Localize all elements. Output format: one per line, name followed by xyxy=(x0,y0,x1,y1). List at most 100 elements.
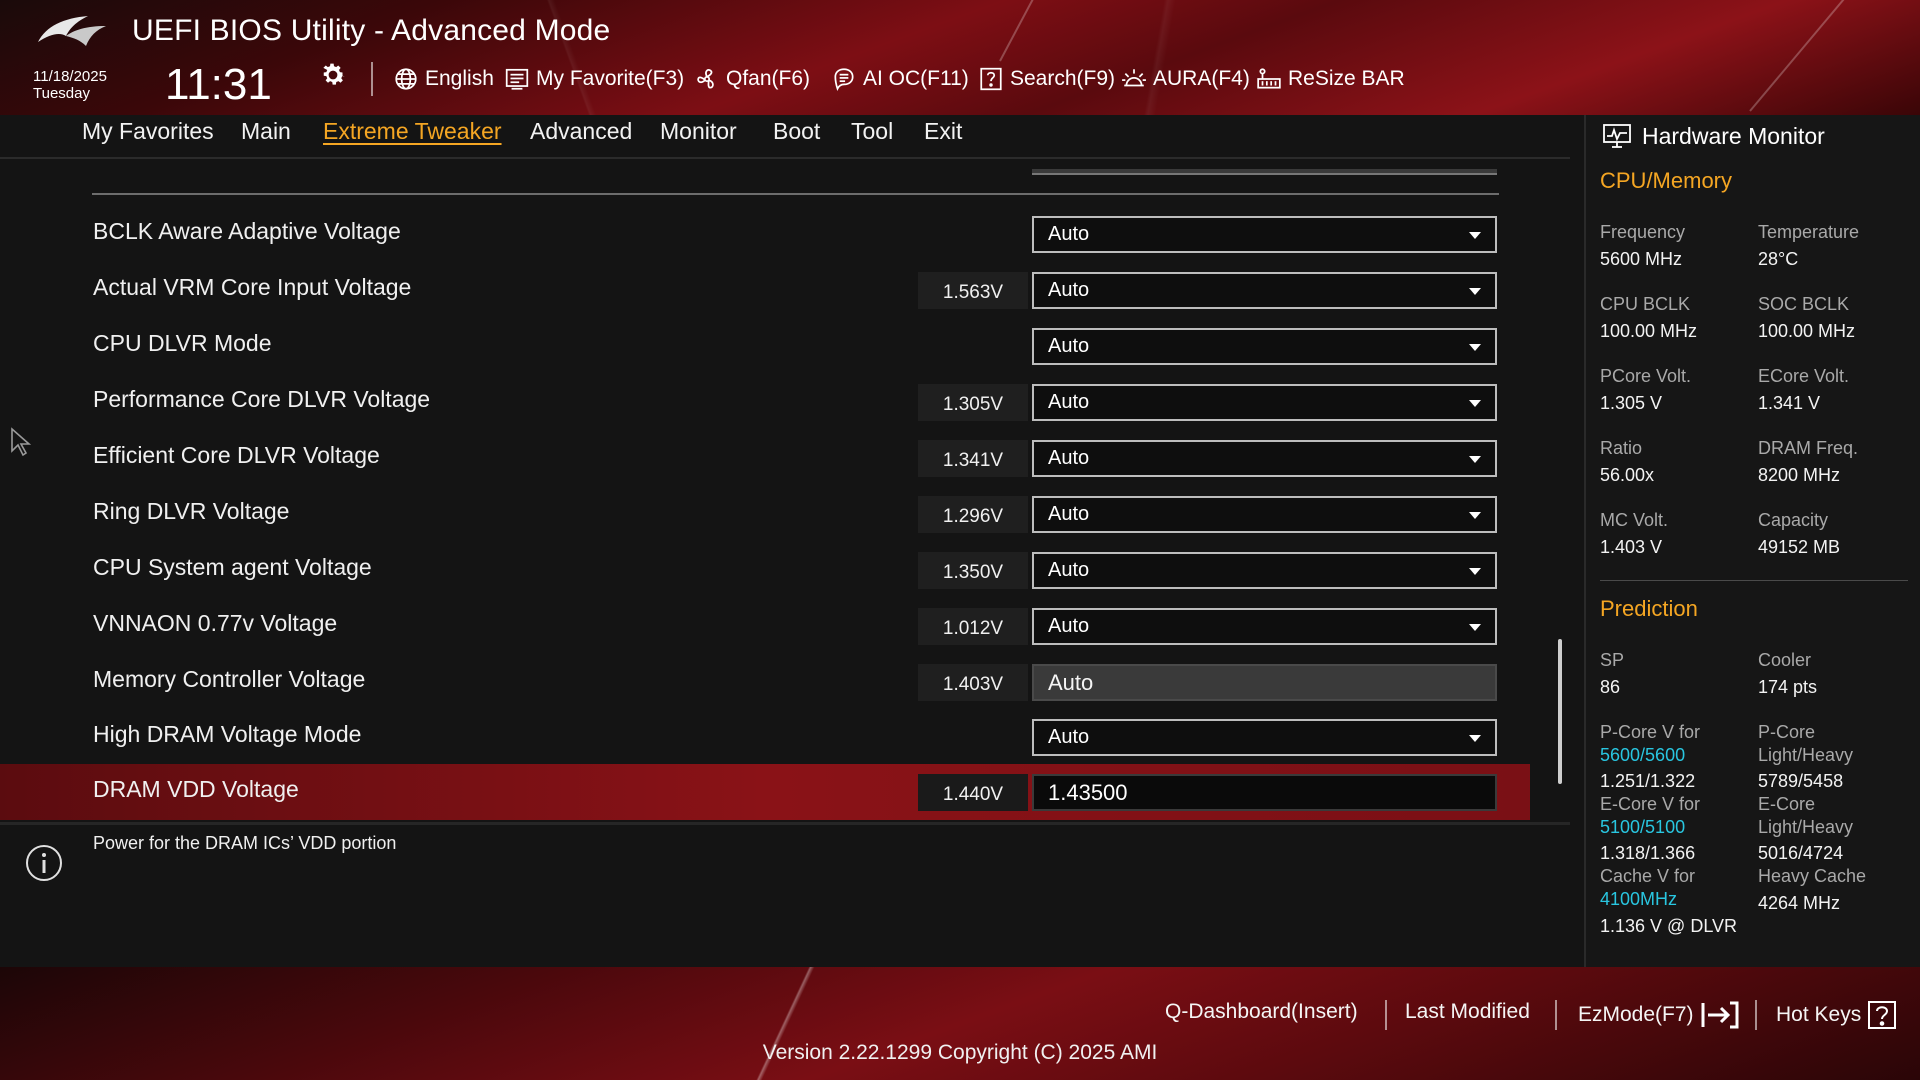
dropdown-value: Auto xyxy=(1048,559,1090,581)
tab-main[interactable]: Main xyxy=(241,118,291,145)
setting-row[interactable]: Performance Core DLVR Voltage 1.305V Aut… xyxy=(0,374,1530,430)
setting-label[interactable]: DRAM VDD Voltage xyxy=(93,776,299,803)
monitor-divider xyxy=(1600,580,1908,581)
pcore-v-frequency[interactable]: 5600/5600 xyxy=(1600,744,1685,766)
date-text: 11/18/2025 xyxy=(33,68,107,85)
cooler-label: Cooler xyxy=(1758,650,1812,670)
setting-row[interactable]: High DRAM Voltage Mode Auto xyxy=(0,709,1530,765)
current-voltage: 1.341V xyxy=(918,440,1028,477)
current-voltage: 1.403V xyxy=(918,664,1028,701)
hardware-monitor-title: Hardware Monitor xyxy=(1642,122,1825,149)
setting-row[interactable]: CPU System agent Voltage 1.350V Auto xyxy=(0,542,1530,598)
dropdown-value: Auto xyxy=(1048,447,1090,469)
tab-monitor[interactable]: Monitor xyxy=(660,118,737,145)
aura-button[interactable]: AURA(F4) xyxy=(1121,64,1250,94)
language-button[interactable]: English xyxy=(393,64,494,94)
aura-label: AURA(F4) xyxy=(1153,67,1250,90)
sp-value: 86 xyxy=(1600,677,1621,697)
setting-row[interactable]: VNNAON 0.77v Voltage 1.012V Auto xyxy=(0,598,1530,654)
hot-keys-button[interactable]: Hot Keys xyxy=(1776,1000,1897,1030)
tab-boot[interactable]: Boot xyxy=(773,118,820,145)
setting-row[interactable]: Actual VRM Core Input Voltage 1.563V Aut… xyxy=(0,262,1530,318)
setting-dropdown[interactable]: Auto xyxy=(1032,272,1497,309)
help-question-icon xyxy=(1868,1001,1897,1029)
voltage-input[interactable]: 1.43500 xyxy=(1032,774,1497,811)
pcore-lh-label-2: Light/Heavy xyxy=(1758,745,1854,765)
ai-oc-button[interactable]: AI OC(F11) xyxy=(831,64,969,94)
setting-dropdown[interactable]: Auto xyxy=(1032,440,1497,477)
dropdown-arrow-icon xyxy=(1469,568,1481,575)
capacity-label: Capacity xyxy=(1758,510,1829,530)
current-voltage: 1.440V xyxy=(918,774,1028,811)
rog-logo xyxy=(38,16,106,46)
setting-label[interactable]: Performance Core DLVR Voltage xyxy=(93,386,430,413)
setting-label[interactable]: Memory Controller Voltage xyxy=(93,666,365,693)
setting-label[interactable]: VNNAON 0.77v Voltage xyxy=(93,610,337,637)
pcore-volt-label: PCore Volt. xyxy=(1600,366,1692,386)
current-voltage: 1.563V xyxy=(918,272,1028,309)
dropdown-arrow-icon xyxy=(1469,735,1481,742)
header-divider xyxy=(371,62,373,96)
resize-bar-label: ReSize BAR xyxy=(1288,67,1405,90)
setting-dropdown[interactable]: Auto xyxy=(1032,552,1497,589)
setting-label[interactable]: CPU System agent Voltage xyxy=(93,554,372,581)
ecore-lh-label-2: Light/Heavy xyxy=(1758,817,1854,837)
dropdown-value: Auto xyxy=(1048,391,1090,413)
main-menu: My Favorites Main Extreme Tweaker Advanc… xyxy=(0,115,1570,157)
tab-advanced[interactable]: Advanced xyxy=(530,118,632,145)
dropdown-arrow-icon xyxy=(1469,344,1481,351)
dropdown-arrow-icon xyxy=(1469,232,1481,239)
version-text: Version 2.22.1299 Copyright (C) 2025 AMI xyxy=(762,1041,1158,1064)
ezmode-button[interactable]: EzMode(F7) xyxy=(1578,1000,1740,1030)
tab-my-favorites[interactable]: My Favorites xyxy=(82,118,214,145)
settings-panel: BCLK Aware Adaptive Voltage Auto Actual … xyxy=(0,157,1570,820)
last-modified-button[interactable]: Last Modified xyxy=(1405,1000,1530,1024)
ratio-value: 56.00x xyxy=(1600,465,1655,485)
temperature-value: 28°C xyxy=(1758,249,1799,269)
setting-row[interactable]: Ring DLVR Voltage 1.296V Auto xyxy=(0,486,1530,542)
setting-dropdown[interactable]: Auto xyxy=(1032,216,1497,253)
heavy-cache-value: 4264 MHz xyxy=(1758,893,1841,913)
setting-label[interactable]: Efficient Core DLVR Voltage xyxy=(93,442,380,469)
setting-label[interactable]: CPU DLVR Mode xyxy=(93,330,272,357)
info-icon xyxy=(26,845,62,881)
ecore-lh-value: 5016/4724 xyxy=(1758,843,1844,863)
footer-divider xyxy=(1555,1000,1557,1030)
partial-dropdown[interactable] xyxy=(1032,169,1497,175)
setting-label[interactable]: Ring DLVR Voltage xyxy=(93,498,289,525)
search-button[interactable]: Search(F9) xyxy=(978,64,1115,94)
setting-label[interactable]: Actual VRM Core Input Voltage xyxy=(93,274,411,301)
my-favorite-button[interactable]: My Favorite(F3) xyxy=(504,64,684,94)
q-dashboard-button[interactable]: Q-Dashboard(Insert) xyxy=(1165,1000,1358,1024)
tab-exit[interactable]: Exit xyxy=(924,118,962,145)
clock-time[interactable]: 11:31 xyxy=(165,60,272,110)
setting-label[interactable]: BCLK Aware Adaptive Voltage xyxy=(93,218,401,245)
setting-row[interactable]: CPU DLVR Mode Auto xyxy=(0,318,1530,374)
ecore-v-frequency[interactable]: 5100/5100 xyxy=(1600,816,1685,838)
setting-row[interactable]: BCLK Aware Adaptive Voltage Auto xyxy=(0,206,1530,262)
soc-bclk-label: SOC BCLK xyxy=(1758,294,1850,314)
ai-chip-icon xyxy=(834,68,854,92)
tab-extreme-tweaker[interactable]: Extreme Tweaker xyxy=(323,118,502,145)
language-label: English xyxy=(425,67,494,90)
frequency-label: Frequency xyxy=(1600,222,1686,242)
setting-dropdown[interactable]: Auto xyxy=(1032,328,1497,365)
ecore-v-label: E-Core V for xyxy=(1600,794,1701,814)
setting-dropdown[interactable]: Auto xyxy=(1032,719,1497,756)
setting-dropdown[interactable]: Auto xyxy=(1032,608,1497,645)
setting-dropdown[interactable]: Auto xyxy=(1032,384,1497,421)
gear-icon[interactable] xyxy=(318,60,348,90)
tab-tool[interactable]: Tool xyxy=(851,118,893,145)
dram-freq-label: DRAM Freq. xyxy=(1758,438,1859,458)
setting-row-selected[interactable]: DRAM VDD Voltage 1.440V 1.43500 xyxy=(0,764,1530,820)
setting-row[interactable]: Efficient Core DLVR Voltage 1.341V Auto xyxy=(0,430,1530,486)
resize-bar-button[interactable]: ReSize BAR xyxy=(1256,64,1405,94)
scrollbar-thumb[interactable] xyxy=(1558,639,1562,784)
setting-label[interactable]: High DRAM Voltage Mode xyxy=(93,721,361,748)
setting-dropdown[interactable]: Auto xyxy=(1032,496,1497,533)
qfan-button[interactable]: Qfan(F6) xyxy=(694,64,810,94)
mouse-cursor-icon xyxy=(11,427,32,457)
setting-row[interactable]: Memory Controller Voltage 1.403V Auto xyxy=(0,654,1530,710)
cache-v-frequency[interactable]: 4100MHz xyxy=(1600,888,1677,910)
exit-arrow-icon xyxy=(1701,1001,1739,1029)
